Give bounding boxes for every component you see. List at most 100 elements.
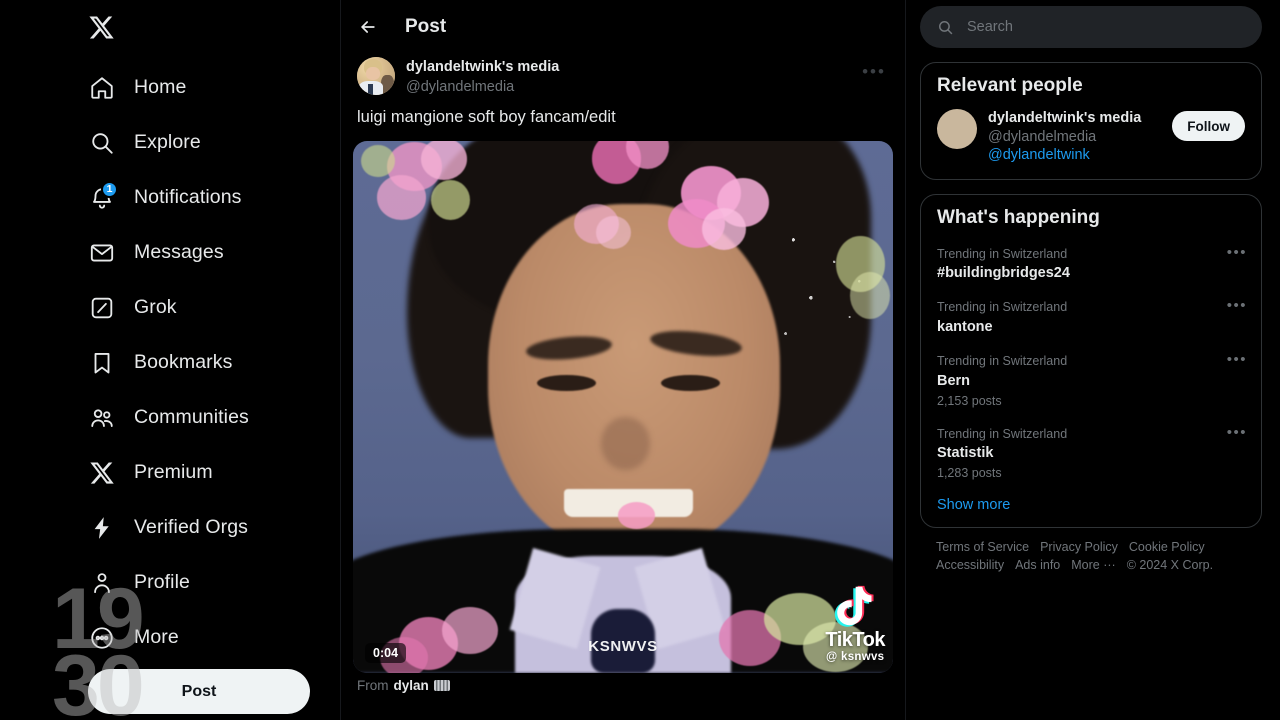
trend-item[interactable]: Trending in Switzerland Statistik 1,283 …	[921, 417, 1261, 490]
sidebar-item-communities[interactable]: Communities	[88, 390, 340, 445]
relevant-people-title: Relevant people	[937, 75, 1083, 96]
footer-link[interactable]: Ads info	[1015, 558, 1060, 572]
trend-more-icon[interactable]: •••	[1227, 352, 1247, 367]
post-text: luigi mangione soft boy fancam/edit	[357, 108, 616, 127]
sidebar-item-label: Home	[134, 76, 187, 98]
bookmark-icon	[88, 349, 116, 377]
trend-context: Trending in Switzerland	[937, 300, 1068, 315]
source-badge-icon	[433, 679, 450, 691]
trend-post-count: 2,153 posts	[937, 393, 1002, 408]
relevant-person-avatar[interactable]	[937, 109, 977, 149]
footer-link[interactable]: Cookie Policy	[1129, 540, 1205, 554]
sidebar-item-grok[interactable]: Grok	[88, 280, 340, 335]
author-handle[interactable]: @dylandelmedia	[406, 78, 848, 98]
flower-overlay-cheek	[617, 502, 656, 529]
trend-name: Bern	[937, 372, 971, 389]
sidebar-item-profile[interactable]: Profile	[88, 555, 340, 610]
footer-link[interactable]: Accessibility	[936, 558, 1004, 572]
relevant-person-handle[interactable]: @dylandelmedia	[988, 128, 1161, 147]
trend-name: kantone	[937, 319, 993, 336]
search-bar[interactable]	[920, 6, 1262, 48]
tiktok-note-icon	[833, 583, 877, 629]
trend-item[interactable]: Trending in Switzerland #buildingbridges…	[921, 237, 1261, 291]
author-avatar[interactable]	[357, 57, 395, 95]
sidebar-item-label: Grok	[134, 296, 177, 318]
footer-link[interactable]: Terms of Service	[936, 540, 1029, 554]
flower-overlay-right-edge	[812, 226, 893, 332]
sidebar-item-label: Communities	[134, 406, 249, 428]
primary-sidebar: Home Explore 1 Notifications Messages Gr…	[0, 0, 340, 720]
sidebar-item-premium[interactable]: Premium	[88, 445, 340, 500]
whats-happening-title: What's happening	[937, 206, 1100, 228]
lightning-icon	[88, 514, 116, 542]
trend-more-icon[interactable]: •••	[1227, 298, 1247, 313]
back-arrow-icon[interactable]	[357, 16, 379, 38]
sidebar-item-home[interactable]: Home	[88, 60, 340, 115]
tiktok-attribution: TikTok @ ksnwvs	[825, 583, 885, 663]
sidebar-item-label: Profile	[134, 571, 190, 593]
more-dots-icon[interactable]: •••	[859, 57, 889, 85]
footer-link[interactable]: Privacy Policy	[1040, 540, 1118, 554]
trend-item[interactable]: Trending in Switzerland Bern 2,153 posts…	[921, 344, 1261, 417]
flower-overlay-bottom-left	[379, 598, 525, 673]
sidebar-item-messages[interactable]: Messages	[88, 225, 340, 280]
x-post-page: Home Explore 1 Notifications Messages Gr…	[0, 0, 1280, 720]
more-circle-icon	[88, 624, 116, 652]
sidebar-item-label: More	[134, 626, 179, 648]
whats-happening-card: What's happening Trending in Switzerland…	[920, 193, 1262, 529]
x-logo-icon[interactable]	[88, 0, 144, 48]
sidebar-item-explore[interactable]: Explore	[88, 115, 340, 170]
sidebar-item-label: Messages	[134, 241, 224, 263]
sidebar-item-label: Bookmarks	[134, 351, 233, 373]
search-input[interactable]	[967, 19, 1245, 35]
post-column: Post dylandeltwink's media @dylandelmedi…	[340, 0, 906, 720]
sidebar-item-notifications[interactable]: 1 Notifications	[88, 170, 340, 225]
author-display-name[interactable]: dylandeltwink's media	[406, 58, 848, 78]
relevant-person-link[interactable]: @dylandeltwink	[988, 146, 1161, 165]
trend-context: Trending in Switzerland	[937, 426, 1068, 441]
relevant-person-meta: dylandeltwink's media @dylandelmedia @dy…	[988, 109, 1161, 165]
post-author-row: dylandeltwink's media @dylandelmedia •••	[341, 53, 905, 97]
sidebar-nav-list: Home Explore 1 Notifications Messages Gr…	[88, 60, 340, 665]
video-player[interactable]: 0:04 KSNWVS TikTok @ ksnwvs	[353, 140, 893, 673]
home-icon	[88, 74, 116, 102]
search-icon	[939, 20, 953, 34]
post-button[interactable]: Post	[88, 669, 310, 714]
video-duration-badge: 0:04	[365, 642, 407, 663]
trend-more-icon[interactable]: •••	[1227, 245, 1247, 260]
flower-overlay-top-left	[361, 140, 494, 253]
notifications-badge: 1	[101, 180, 118, 198]
page-title: Post	[405, 15, 447, 37]
relevant-person-name[interactable]: dylandeltwink's media	[988, 109, 1161, 128]
x-premium-icon	[88, 459, 116, 487]
grok-icon	[88, 294, 116, 322]
sidebar-item-label: Verified Orgs	[134, 516, 249, 538]
tiktok-handle: @ ksnwvs	[826, 650, 885, 663]
sidebar-item-verified-orgs[interactable]: Verified Orgs	[88, 500, 340, 555]
relevant-people-card: Relevant people dylandeltwink's media @d…	[920, 62, 1262, 180]
follow-button[interactable]: Follow	[1172, 111, 1245, 141]
tiktok-wordmark: TikTok	[825, 628, 885, 651]
relevant-person-row[interactable]: dylandeltwink's media @dylandelmedia @dy…	[921, 105, 1261, 179]
right-sidebar: Relevant people dylandeltwink's media @d…	[906, 0, 1278, 720]
trend-context: Trending in Switzerland	[937, 246, 1068, 261]
video-subject-eye-right	[660, 374, 721, 392]
envelope-icon	[88, 239, 116, 267]
person-icon	[88, 569, 116, 597]
from-label: From	[357, 677, 389, 693]
trend-more-icon[interactable]: •••	[1227, 425, 1247, 440]
flower-overlay-brow	[558, 194, 644, 268]
footer-copyright: © 2024 X Corp.	[1126, 558, 1214, 573]
sidebar-item-more[interactable]: More	[88, 610, 340, 665]
sidebar-item-label: Premium	[134, 461, 213, 483]
video-subject-eye-left	[536, 374, 596, 392]
footer-link[interactable]: More ···	[1071, 558, 1115, 572]
flower-overlay-forehead	[650, 157, 780, 274]
sidebar-item-label: Explore	[134, 131, 201, 153]
footer-links: Terms of Service Privacy Policy Cookie P…	[920, 528, 1250, 572]
show-more-link[interactable]: Show more	[921, 489, 1261, 527]
trend-post-count: 1,283 posts	[937, 466, 1002, 481]
trend-item[interactable]: Trending in Switzerland kantone •••	[921, 290, 1261, 344]
from-name[interactable]: dylan	[394, 678, 429, 693]
sidebar-item-bookmarks[interactable]: Bookmarks	[88, 335, 340, 390]
